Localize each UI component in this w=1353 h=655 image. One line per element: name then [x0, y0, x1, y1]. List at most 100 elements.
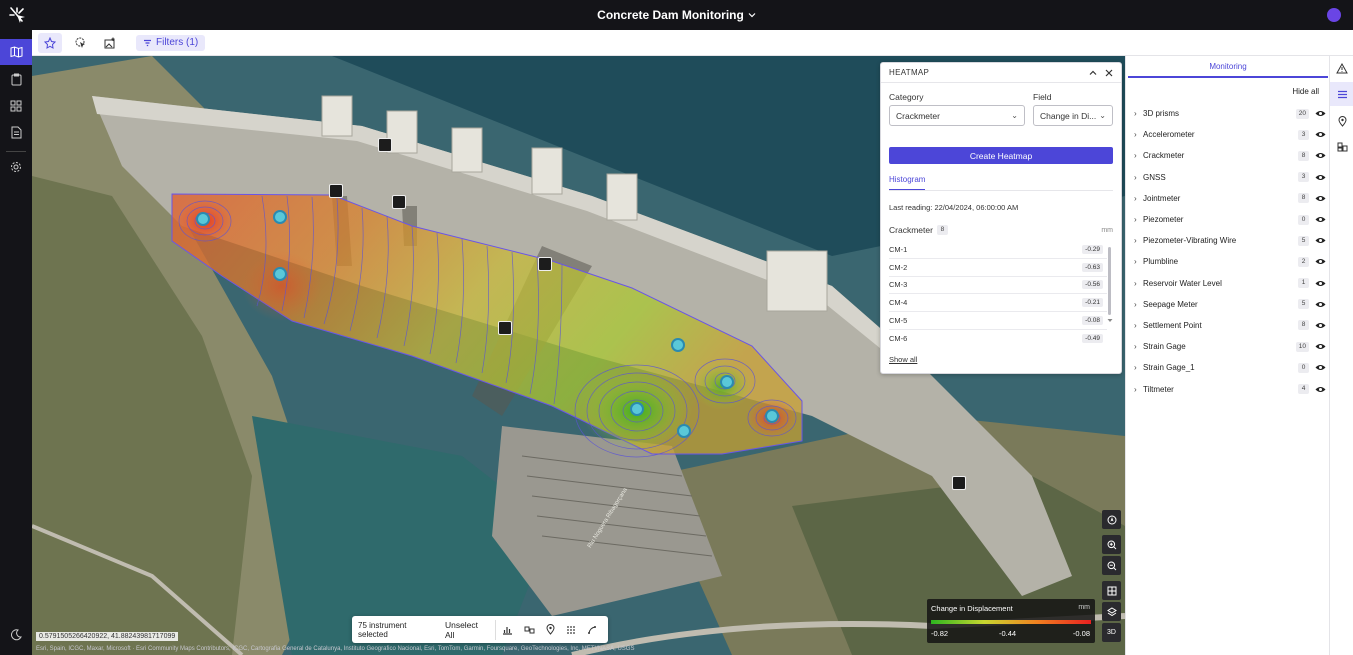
reading-row[interactable]: CM-6 -0.49: [889, 330, 1107, 348]
map-canvas[interactable]: Riu Noguera Ribagorçana 0.57915052664209…: [32, 56, 1125, 655]
chevron-right-icon[interactable]: ›: [1134, 257, 1143, 266]
category-row[interactable]: › 3D prisms 20: [1134, 103, 1326, 124]
category-row[interactable]: › Settlement Point 8: [1134, 315, 1326, 336]
filters-button[interactable]: Filters (1): [136, 34, 206, 51]
list-view-button[interactable]: [1330, 82, 1353, 106]
three-d-button[interactable]: 3D: [1102, 623, 1121, 642]
eye-icon[interactable]: [1315, 280, 1326, 287]
group-button[interactable]: [520, 621, 539, 639]
show-all-link[interactable]: Show all: [889, 355, 917, 364]
collapse-icon[interactable]: [1089, 69, 1097, 77]
tab-monitoring[interactable]: Monitoring: [1126, 62, 1330, 71]
chevron-right-icon[interactable]: ›: [1134, 279, 1143, 288]
instrument-marker[interactable]: [677, 424, 691, 438]
eye-icon[interactable]: [1315, 386, 1326, 393]
basemap-button[interactable]: [1102, 581, 1121, 600]
nav-reports[interactable]: [0, 119, 32, 145]
instrument-square-marker[interactable]: [392, 195, 406, 209]
category-row[interactable]: › Seepage Meter 5: [1134, 294, 1326, 315]
instrument-marker[interactable]: [273, 210, 287, 224]
eye-icon[interactable]: [1315, 322, 1326, 329]
category-row[interactable]: › Strain Gage 10: [1134, 336, 1326, 357]
instrument-marker[interactable]: [720, 375, 734, 389]
instrument-marker[interactable]: [273, 267, 287, 281]
chevron-right-icon[interactable]: ›: [1134, 151, 1143, 160]
chevron-right-icon[interactable]: ›: [1134, 321, 1143, 330]
category-row[interactable]: › Reservoir Water Level 1: [1134, 273, 1326, 294]
category-row[interactable]: › Piezometer-Vibrating Wire 5: [1134, 230, 1326, 251]
instrument-square-marker[interactable]: [538, 257, 552, 271]
eye-icon[interactable]: [1315, 216, 1326, 223]
category-row[interactable]: › Piezometer 0: [1134, 209, 1326, 230]
scroll-down-icon[interactable]: [1107, 318, 1113, 323]
nav-settings[interactable]: [0, 154, 32, 180]
instrument-marker[interactable]: [630, 402, 644, 416]
reading-scrollbar[interactable]: [1108, 247, 1111, 315]
nav-dark-mode[interactable]: [0, 622, 32, 648]
category-row[interactable]: › Crackmeter 8: [1134, 145, 1326, 166]
alerts-button[interactable]: [1330, 56, 1353, 80]
instrument-marker[interactable]: [196, 212, 210, 226]
user-avatar[interactable]: [1327, 8, 1341, 22]
locations-button[interactable]: [1330, 109, 1353, 133]
chevron-right-icon[interactable]: ›: [1134, 236, 1143, 245]
eye-icon[interactable]: [1315, 258, 1326, 265]
instrument-square-marker[interactable]: [952, 476, 966, 490]
instrument-marker[interactable]: [671, 338, 685, 352]
reading-row[interactable]: CM-4 -0.21: [889, 294, 1107, 313]
unselect-all-button[interactable]: Unselect All: [445, 619, 497, 640]
reading-row[interactable]: CM-5 -0.08: [889, 312, 1107, 330]
category-row[interactable]: › Strain Gage_1 0: [1134, 357, 1326, 378]
lasso-tool-button[interactable]: [68, 33, 92, 53]
field-select[interactable]: Change in Di... ⌄: [1033, 105, 1113, 126]
chevron-right-icon[interactable]: ›: [1134, 363, 1143, 372]
eye-icon[interactable]: [1315, 131, 1326, 138]
chevron-right-icon[interactable]: ›: [1134, 342, 1143, 351]
create-heatmap-button[interactable]: Create Heatmap: [889, 147, 1113, 164]
image-tool-button[interactable]: [98, 33, 122, 53]
zoom-out-button[interactable]: [1102, 556, 1121, 575]
layers-button[interactable]: [1102, 602, 1121, 621]
category-row[interactable]: › Plumbline 2: [1134, 251, 1326, 272]
chart-button[interactable]: [498, 621, 517, 639]
project-selector[interactable]: Concrete Dam Monitoring: [597, 8, 756, 22]
instrument-square-marker[interactable]: [378, 138, 392, 152]
category-row[interactable]: › Jointmeter 8: [1134, 188, 1326, 209]
instrument-square-marker[interactable]: [329, 184, 343, 198]
nav-dashboard[interactable]: [0, 93, 32, 119]
category-row[interactable]: › GNSS 3: [1134, 167, 1326, 188]
chevron-right-icon[interactable]: ›: [1134, 130, 1143, 139]
chevron-right-icon[interactable]: ›: [1134, 215, 1143, 224]
zoom-in-button[interactable]: [1102, 535, 1121, 554]
close-icon[interactable]: [1105, 69, 1113, 77]
hide-all-button[interactable]: Hide all: [1292, 87, 1319, 96]
reading-row[interactable]: CM-2 -0.63: [889, 259, 1107, 277]
eye-icon[interactable]: [1315, 152, 1326, 159]
eye-icon[interactable]: [1315, 195, 1326, 202]
app-logo-icon[interactable]: [8, 6, 26, 24]
category-row[interactable]: › Accelerometer 3: [1134, 124, 1326, 145]
category-select[interactable]: Crackmeter ⌄: [889, 105, 1025, 126]
location-button[interactable]: [541, 621, 560, 639]
eye-icon[interactable]: [1315, 343, 1326, 350]
eye-icon[interactable]: [1315, 301, 1326, 308]
reading-row[interactable]: CM-1 -0.29: [889, 241, 1107, 259]
compass-button[interactable]: [1102, 510, 1121, 529]
eye-icon[interactable]: [1315, 110, 1326, 117]
chevron-right-icon[interactable]: ›: [1134, 109, 1143, 118]
instrument-square-marker[interactable]: [498, 321, 512, 335]
eye-icon[interactable]: [1315, 174, 1326, 181]
eye-icon[interactable]: [1315, 237, 1326, 244]
chevron-right-icon[interactable]: ›: [1134, 385, 1143, 394]
tab-histogram[interactable]: Histogram: [889, 175, 926, 190]
select-tool-button[interactable]: [38, 32, 62, 53]
category-row[interactable]: › Tiltmeter 4: [1134, 378, 1326, 399]
groups-button[interactable]: [1330, 135, 1353, 159]
grid-button[interactable]: [562, 621, 581, 639]
nav-map[interactable]: [0, 39, 32, 65]
chevron-right-icon[interactable]: ›: [1134, 194, 1143, 203]
nav-clipboard[interactable]: [0, 66, 32, 92]
instrument-marker[interactable]: [765, 409, 779, 423]
path-button[interactable]: [583, 621, 602, 639]
reading-row[interactable]: CM-3 -0.56: [889, 277, 1107, 295]
